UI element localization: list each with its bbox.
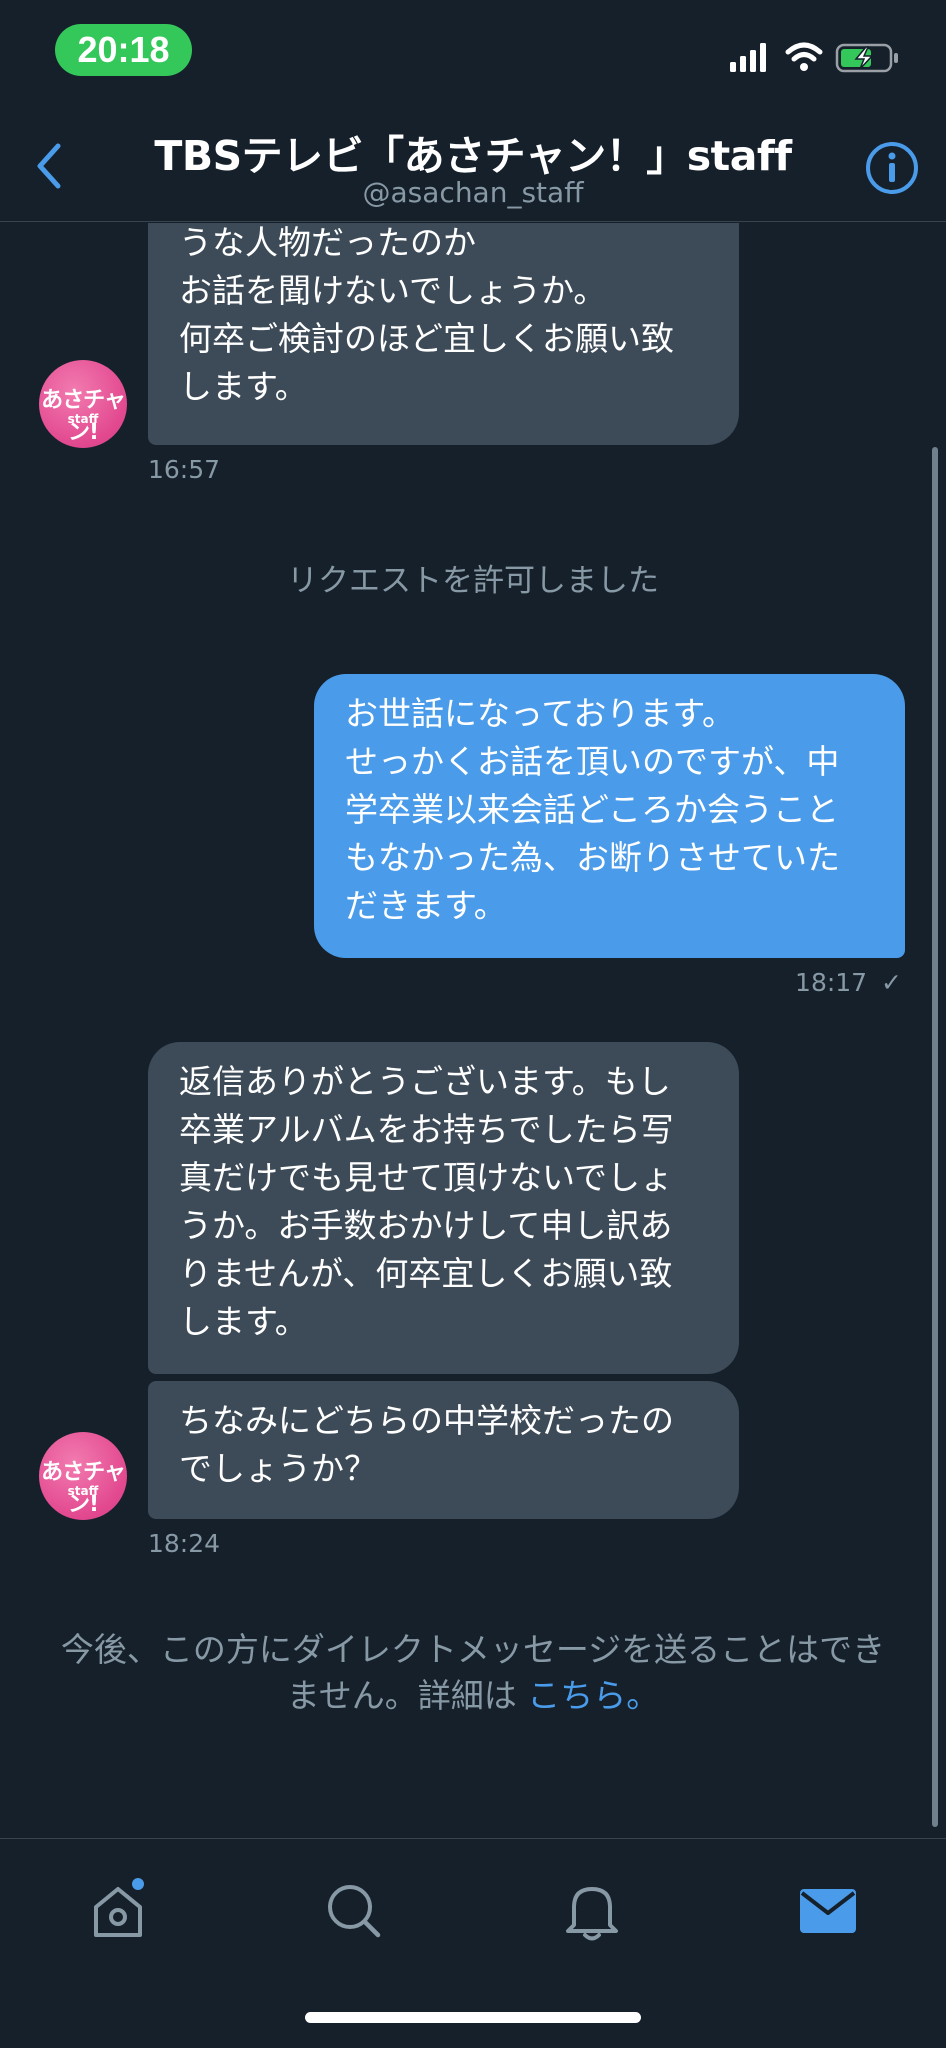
status-icons	[730, 42, 898, 73]
new-content-dot	[132, 1878, 144, 1890]
avatar-logo-sub: staff	[67, 1484, 99, 1498]
search-icon	[328, 1885, 381, 1938]
dm-disabled-notice: 今後、この方にダイレクトメッセージを送ることはでき ません。詳細は こちら。	[20, 1627, 926, 1719]
message-bubble-incoming[interactable]: ちなみにどちらの中学校だったの でしょうか？	[148, 1381, 739, 1519]
wifi-icon	[785, 42, 823, 71]
notice-text: 今後、この方にダイレクトメッセージを送ることはでき ません。詳細は	[60, 1630, 886, 1715]
battery-charging-icon	[835, 43, 898, 73]
info-icon[interactable]	[864, 140, 920, 196]
staff-avatar[interactable]: あさチャン! staff	[39, 1432, 127, 1520]
message-bubble-incoming[interactable]: うな人物だったのか お話を聞けないでしょうか。 何卒ご検討のほど宜しくお願い致 …	[148, 223, 739, 445]
scrollbar-thumb[interactable]	[932, 447, 938, 1827]
message-bubble-outgoing[interactable]: お世話になっております。 せっかくお話を頂いのですが、中 学卒業以来会話どころか…	[314, 674, 905, 958]
tab-notifications[interactable]	[556, 1875, 628, 1947]
avatar-logo-sub: staff	[67, 412, 99, 426]
scrollbar[interactable]	[932, 222, 938, 1832]
message-bubble-incoming[interactable]: 返信ありがとうございます。もし 卒業アルバムをお持ちでしたら写 真だけでも見せて…	[148, 1042, 739, 1374]
request-accepted-note: リクエストを許可しました	[287, 563, 659, 599]
tab-home[interactable]	[82, 1875, 154, 1947]
tab-search[interactable]	[318, 1875, 390, 1947]
message-timestamp: 16:57	[148, 455, 221, 484]
details-link[interactable]: こちら	[527, 1676, 626, 1715]
read-check-icon: ✓	[881, 968, 902, 997]
notice-suffix: 。	[626, 1676, 660, 1715]
dm-screen: 20:18 TBSテレビ「あさチャン！」staff @asachan_staff	[0, 0, 946, 2048]
message-list[interactable]: うな人物だったのか お話を聞けないでしょうか。 何卒ご検討のほど宜しくお願い致 …	[0, 223, 946, 1838]
staff-avatar[interactable]: あさチャン! staff	[39, 360, 127, 448]
message-timestamp: 18:17 ✓	[795, 968, 902, 997]
bell-icon	[566, 1887, 618, 1941]
home-icon	[94, 1887, 142, 1937]
tab-messages[interactable]	[792, 1875, 864, 1947]
home-indicator[interactable]	[305, 2012, 641, 2023]
mail-icon	[800, 1889, 856, 1933]
cellular-signal-icon	[730, 43, 766, 72]
timestamp-text: 18:17	[795, 968, 868, 997]
conversation-handle: @asachan_staff	[362, 176, 584, 209]
conversation-header: TBSテレビ「あさチャン！」staff @asachan_staff	[0, 110, 946, 222]
conversation-title[interactable]: TBSテレビ「あさチャン！」staff	[110, 122, 836, 182]
status-time: 20:18	[55, 24, 192, 76]
message-timestamp: 18:24	[148, 1529, 221, 1558]
back-chevron-icon[interactable]	[28, 138, 72, 194]
